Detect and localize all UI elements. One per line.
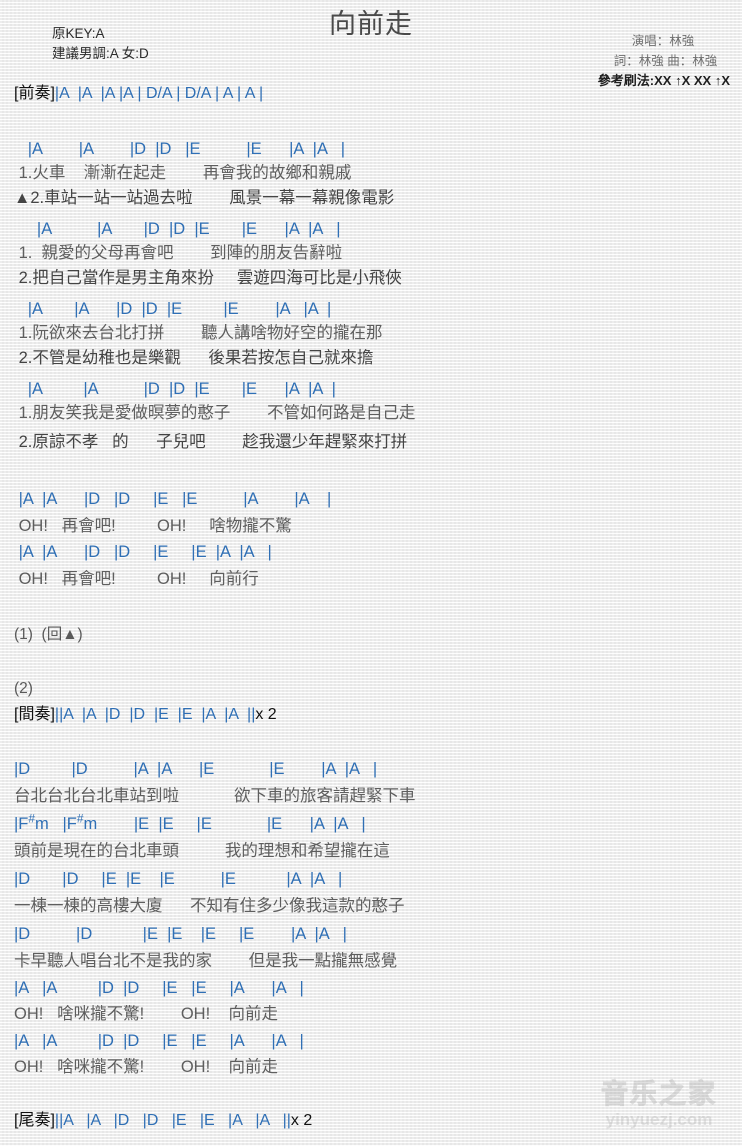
chorus2-lyric-1: OH! 啥咪攏不驚! OH! 向前走 (14, 1005, 279, 1023)
section-marker-2: (2) (14, 680, 33, 697)
verse1-chordline-4: |A |A |D |D |E |E |A |A | (14, 380, 336, 398)
interlude-tag: [間奏] (14, 706, 55, 723)
verse2-chordline-3: |D |D |E |E |E |E |A |A | (14, 870, 343, 888)
verse1-chordline-1: |A |A |D |D |E |E |A |A | (14, 140, 346, 158)
verse1-lyric-7: 1.朋友笑我是愛做暝夢的憨子 不管如何路是自己走 (14, 404, 416, 422)
intro-chords: |A |A |A |A | D/A | D/A | A | A | (54, 85, 264, 102)
verse1-chordline-3: |A |A |D |D |E |E |A |A | (14, 300, 332, 318)
chorus2-chordline-1: |A |A |D |D |E |E |A |A | (14, 979, 304, 997)
intro-tag: [前奏] (14, 85, 55, 102)
interlude-chords: ||A |A |D |D |E |E |A |A || (54, 706, 256, 723)
verse1-lyric-4: 2.把自己當作是男主角來扮 雲遊四海可比是小飛俠 (14, 269, 402, 287)
interlude-line: [間奏]||A |A |D |D |E |E |A |A ||x 2 (14, 705, 742, 725)
chord-sheet-page: 向前走 原KEY:A 建議男調:A 女:D 演唱：林強 詞：林強 曲：林強 參考… (0, 0, 742, 1146)
chorus1-chordline-1: |A |A |D |D |E |E |A |A | (14, 490, 332, 508)
lyricist-composer-credit: 詞：林強 曲：林強 (613, 54, 718, 68)
watermark-chinese-name: 音乐之家 (601, 1079, 717, 1110)
verse2-lyric-1: 台北台北台北車站到啦 欲下車的旅客請趕緊下車 (14, 787, 416, 805)
suggested-key: 建議男調:A 女:D (52, 46, 149, 61)
chorus2-lyric-2: OH! 啥咪攏不驚! OH! 向前走 (14, 1058, 279, 1076)
outro-repeat: x 2 (290, 1112, 313, 1129)
original-key: 原KEY:A (52, 26, 105, 41)
verse2-lyric-3: 一棟一棟的高樓大廈 不知有住多少像我這款的憨子 (14, 897, 405, 915)
verse1-lyric-5: 1.阮欲來去台北打拼 聽人講啥物好空的攏在那 (14, 324, 383, 342)
verse1-lyric-3: 1. 親愛的父母再會吧 到陣的朋友告辭啦 (14, 244, 343, 262)
verse1-lyric-1: 1.火車 漸漸在起走 再會我的故鄉和親戚 (14, 164, 352, 182)
verse1-lyric-6: 2.不管是幼稚也是樂觀 後果若按怎自己就來擔 (14, 349, 374, 367)
verse1-lyric-2: ▲2.車站一站一站過去啦 風景一幕一幕親像電影 (14, 189, 395, 207)
key-info-block: 原KEY:A 建議男調:A 女:D (52, 24, 149, 64)
credits-block: 演唱：林強 詞：林強 曲：林強 參考刷法:XX ↑X XX ↑X (598, 31, 730, 91)
verse2-lyric-4: 卡早聽人唱台北不是我的家 但是我一點攏無感覺 (14, 952, 398, 970)
verse1-lyric-8: 2.原諒不孝 的 子兒吧 趁我還少年趕緊來打拼 (14, 433, 408, 451)
outro-chords: ||A |A |D |D |E |E |A |A || (54, 1112, 291, 1129)
chorus1-lyric-1: OH! 再會吧! OH! 啥物攏不驚 (14, 517, 292, 535)
intro-line: [前奏]|A |A |A |A | D/A | D/A | A | A | (14, 84, 742, 104)
verse2-chordline-2: |F#m |F#m |E |E |E |E |A |A | (14, 811, 366, 833)
outro-tag: [尾奏] (14, 1112, 55, 1129)
verse2-chordline-4: |D |D |E |E |E |E |A |A | (14, 925, 347, 943)
verse2-lyric-2: 頭前是現在的台北車頭 我的理想和希望攏在這 (14, 842, 390, 860)
singer-credit: 演唱：林強 (631, 34, 695, 48)
chorus1-chordline-2: |A |A |D |D |E |E |A |A | (14, 543, 272, 561)
chorus1-lyric-2: OH! 再會吧! OH! 向前行 (14, 570, 259, 588)
verse2-chordline-1: |D |D |A |A |E |E |A |A | (14, 760, 378, 778)
repeat-marker-1: (1) (回▲) (14, 626, 83, 643)
interlude-repeat: x 2 (255, 706, 277, 723)
chorus2-chordline-2: |A |A |D |D |E |E |A |A | (14, 1032, 304, 1050)
outro-line: [尾奏]||A |A |D |D |E |E |A |A ||x 2 (14, 1111, 742, 1131)
verse1-chordline-2: |A |A |D |D |E |E |A |A | (14, 220, 341, 238)
